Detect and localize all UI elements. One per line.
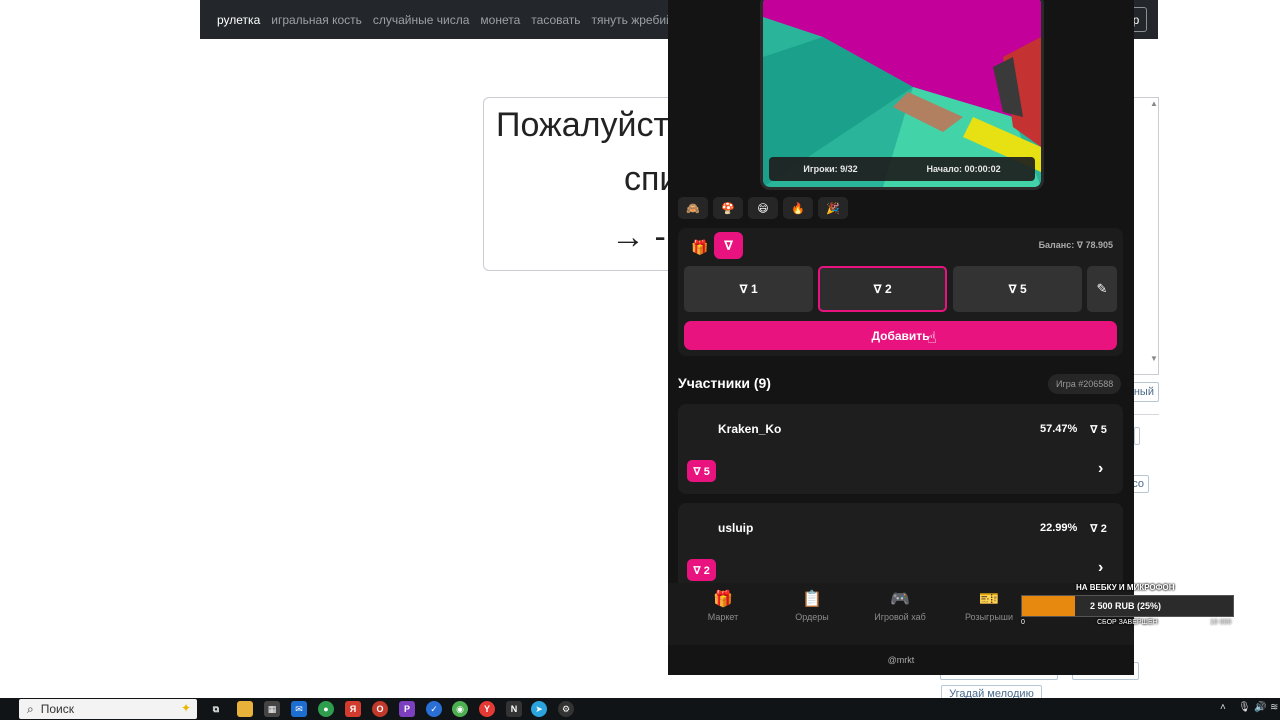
bet-card: 🎁 ∇ Баланс: ∇ 78.905 ∇ 1 ∇ 2 ∇ 5 ✎ Добав…: [678, 228, 1123, 356]
participant-percent: 57.47%: [1040, 423, 1078, 435]
chevron-right-icon[interactable]: ›: [1098, 460, 1103, 478]
app-p-icon[interactable]: P: [399, 701, 415, 717]
avatar: [688, 418, 714, 444]
amount-button-1[interactable]: ∇ 1: [684, 266, 813, 312]
opera-icon[interactable]: O: [372, 701, 388, 717]
search-placeholder: Поиск: [40, 702, 74, 716]
game-panel: Игроки: 9/32 Начало: 00:00:02 🙈 🍄 😄 🔥 🎉 …: [668, 0, 1134, 675]
speaker-icon[interactable]: 🔊: [1254, 702, 1266, 713]
yandex-icon[interactable]: Я: [345, 701, 361, 717]
search-icon: ⌕: [27, 701, 34, 716]
scroll-up-arrow-icon[interactable]: ▲: [1150, 99, 1158, 108]
participant-chip: ∇ 2: [687, 559, 716, 581]
nav-draw-lots[interactable]: тянуть жребий: [592, 13, 673, 27]
clipboard-icon: 📋: [802, 591, 822, 608]
gift-icon[interactable]: 🎁: [690, 237, 710, 257]
network-icon[interactable]: ≋: [1270, 702, 1278, 713]
nav-market-label: Маркет: [707, 612, 739, 622]
game-status-bar: Игроки: 9/32 Начало: 00:00:02: [769, 157, 1035, 181]
nav-orders[interactable]: 📋 Ордеры: [769, 589, 855, 622]
telegram-icon[interactable]: ➤: [531, 701, 547, 717]
nav-giveaways[interactable]: 🎫 Розыгрыши: [946, 589, 1032, 622]
prompt-text-line1: Пожалуйст: [496, 106, 670, 144]
balance-label: Баланс: ∇ 78.905: [1038, 240, 1113, 250]
emoji-smile-button[interactable]: 😄: [748, 197, 778, 219]
roulette-view: Игроки: 9/32 Начало: 00:00:02: [760, 0, 1044, 190]
sparkle-icon: ✦: [180, 701, 191, 715]
participant-bet: ∇ 2: [1090, 523, 1107, 535]
file-explorer-icon[interactable]: [237, 701, 253, 717]
app-n-icon[interactable]: N: [506, 701, 522, 717]
donation-title: НА ВЕБКУ И МИКРОФОН: [1076, 583, 1175, 592]
ticket-icon: 🎫: [979, 591, 999, 608]
nav-giveaways-label: Розыгрыши: [964, 612, 1014, 622]
nav-game-hub-label: Игровой хаб: [874, 612, 926, 622]
microphone-icon[interactable]: 🎙: [1238, 702, 1251, 713]
participant-row[interactable]: usluip 22.99% ∇ 2 ∇ 2 ›: [678, 503, 1123, 593]
scroll-down-arrow-icon[interactable]: ▼: [1150, 354, 1158, 363]
donation-status: СБОР ЗАВЕРШЕН: [1097, 619, 1158, 626]
nav-coin[interactable]: монета: [480, 13, 520, 27]
hand-cursor-icon: ☝: [927, 330, 937, 347]
panel-footer: @mrkt: [668, 645, 1134, 675]
participant-chip: ∇ 5: [687, 460, 716, 482]
gamepad-icon: 🎮: [890, 591, 910, 608]
nav-market[interactable]: 🎁 Маркет: [680, 589, 766, 622]
donation-progress-fill: [1022, 596, 1075, 616]
nav-random-numbers[interactable]: случайные числа: [373, 13, 470, 27]
gift-icon: 🎁: [713, 591, 733, 608]
app-blue-icon[interactable]: ✓: [426, 701, 442, 717]
participants-title: Участники (9): [678, 375, 771, 391]
add-button[interactable]: Добавить: [684, 321, 1117, 350]
app-green-icon[interactable]: ◉: [452, 701, 468, 717]
donation-max: 10 000: [1210, 619, 1232, 626]
emoji-fire-button[interactable]: 🔥: [783, 197, 813, 219]
emoji-reactions: 🙈 🍄 😄 🔥 🎉: [678, 197, 848, 219]
amount-button-5[interactable]: ∇ 5: [953, 266, 1082, 312]
side-button-edge[interactable]: [1134, 427, 1140, 445]
participant-bet: ∇ 5: [1090, 424, 1107, 436]
nav-shuffle[interactable]: тасовать: [531, 13, 580, 27]
nav-orders-label: Ордеры: [795, 612, 829, 622]
edit-amount-button[interactable]: ✎: [1087, 266, 1117, 312]
ton-currency-toggle[interactable]: ∇: [714, 232, 743, 259]
participant-row[interactable]: Kraken_Ko 57.47% ∇ 5 ∇ 5 ›: [678, 404, 1123, 494]
app-gear-icon[interactable]: ⚙: [558, 701, 574, 717]
windows-taskbar: ⌕ Поиск ✦ ⧉ ▦ ✉ ● Я O P ✓ ◉ Y N ➤ ⚙ ˄ 🎙 …: [0, 698, 1280, 720]
pencil-icon: ✎: [1096, 281, 1108, 296]
players-count: Игроки: 9/32: [803, 164, 858, 174]
nav-roulette[interactable]: рулетка: [217, 13, 260, 27]
participant-percent: 22.99%: [1040, 522, 1078, 534]
store-icon[interactable]: ▦: [264, 701, 280, 717]
donation-amount: 2 500 RUB (25%): [1090, 601, 1162, 611]
chrome-icon[interactable]: ●: [318, 701, 334, 717]
taskbar-search[interactable]: ⌕ Поиск ✦: [19, 699, 197, 719]
task-view-icon[interactable]: ⧉: [208, 701, 224, 717]
avatar: [688, 517, 714, 543]
donation-progress-bar: 2 500 RUB (25%): [1021, 595, 1234, 617]
donation-min: 0: [1021, 619, 1025, 626]
tray-chevron-icon[interactable]: ˄: [1220, 702, 1226, 713]
list-textarea[interactable]: [1134, 97, 1159, 375]
participant-name: Kraken_Ko: [718, 422, 782, 436]
emoji-monkey-button[interactable]: 🙈: [678, 197, 708, 219]
nav-game-hub[interactable]: 🎮 Игровой хаб: [857, 589, 943, 622]
chevron-right-icon[interactable]: ›: [1098, 559, 1103, 577]
divider: [1134, 414, 1159, 415]
emoji-mushroom-button[interactable]: 🍄: [713, 197, 743, 219]
game-id-badge: Игра #206588: [1048, 374, 1122, 394]
mail-icon[interactable]: ✉: [291, 701, 307, 717]
yandex-browser-icon[interactable]: Y: [479, 701, 495, 717]
prompt-arrows: → -: [611, 218, 666, 256]
start-timer: Начало: 00:00:02: [926, 164, 1001, 174]
amount-button-2[interactable]: ∇ 2: [818, 266, 947, 312]
nav-dice[interactable]: игральная кость: [271, 13, 362, 27]
emoji-party-button[interactable]: 🎉: [818, 197, 848, 219]
participant-name: usluip: [718, 521, 754, 535]
